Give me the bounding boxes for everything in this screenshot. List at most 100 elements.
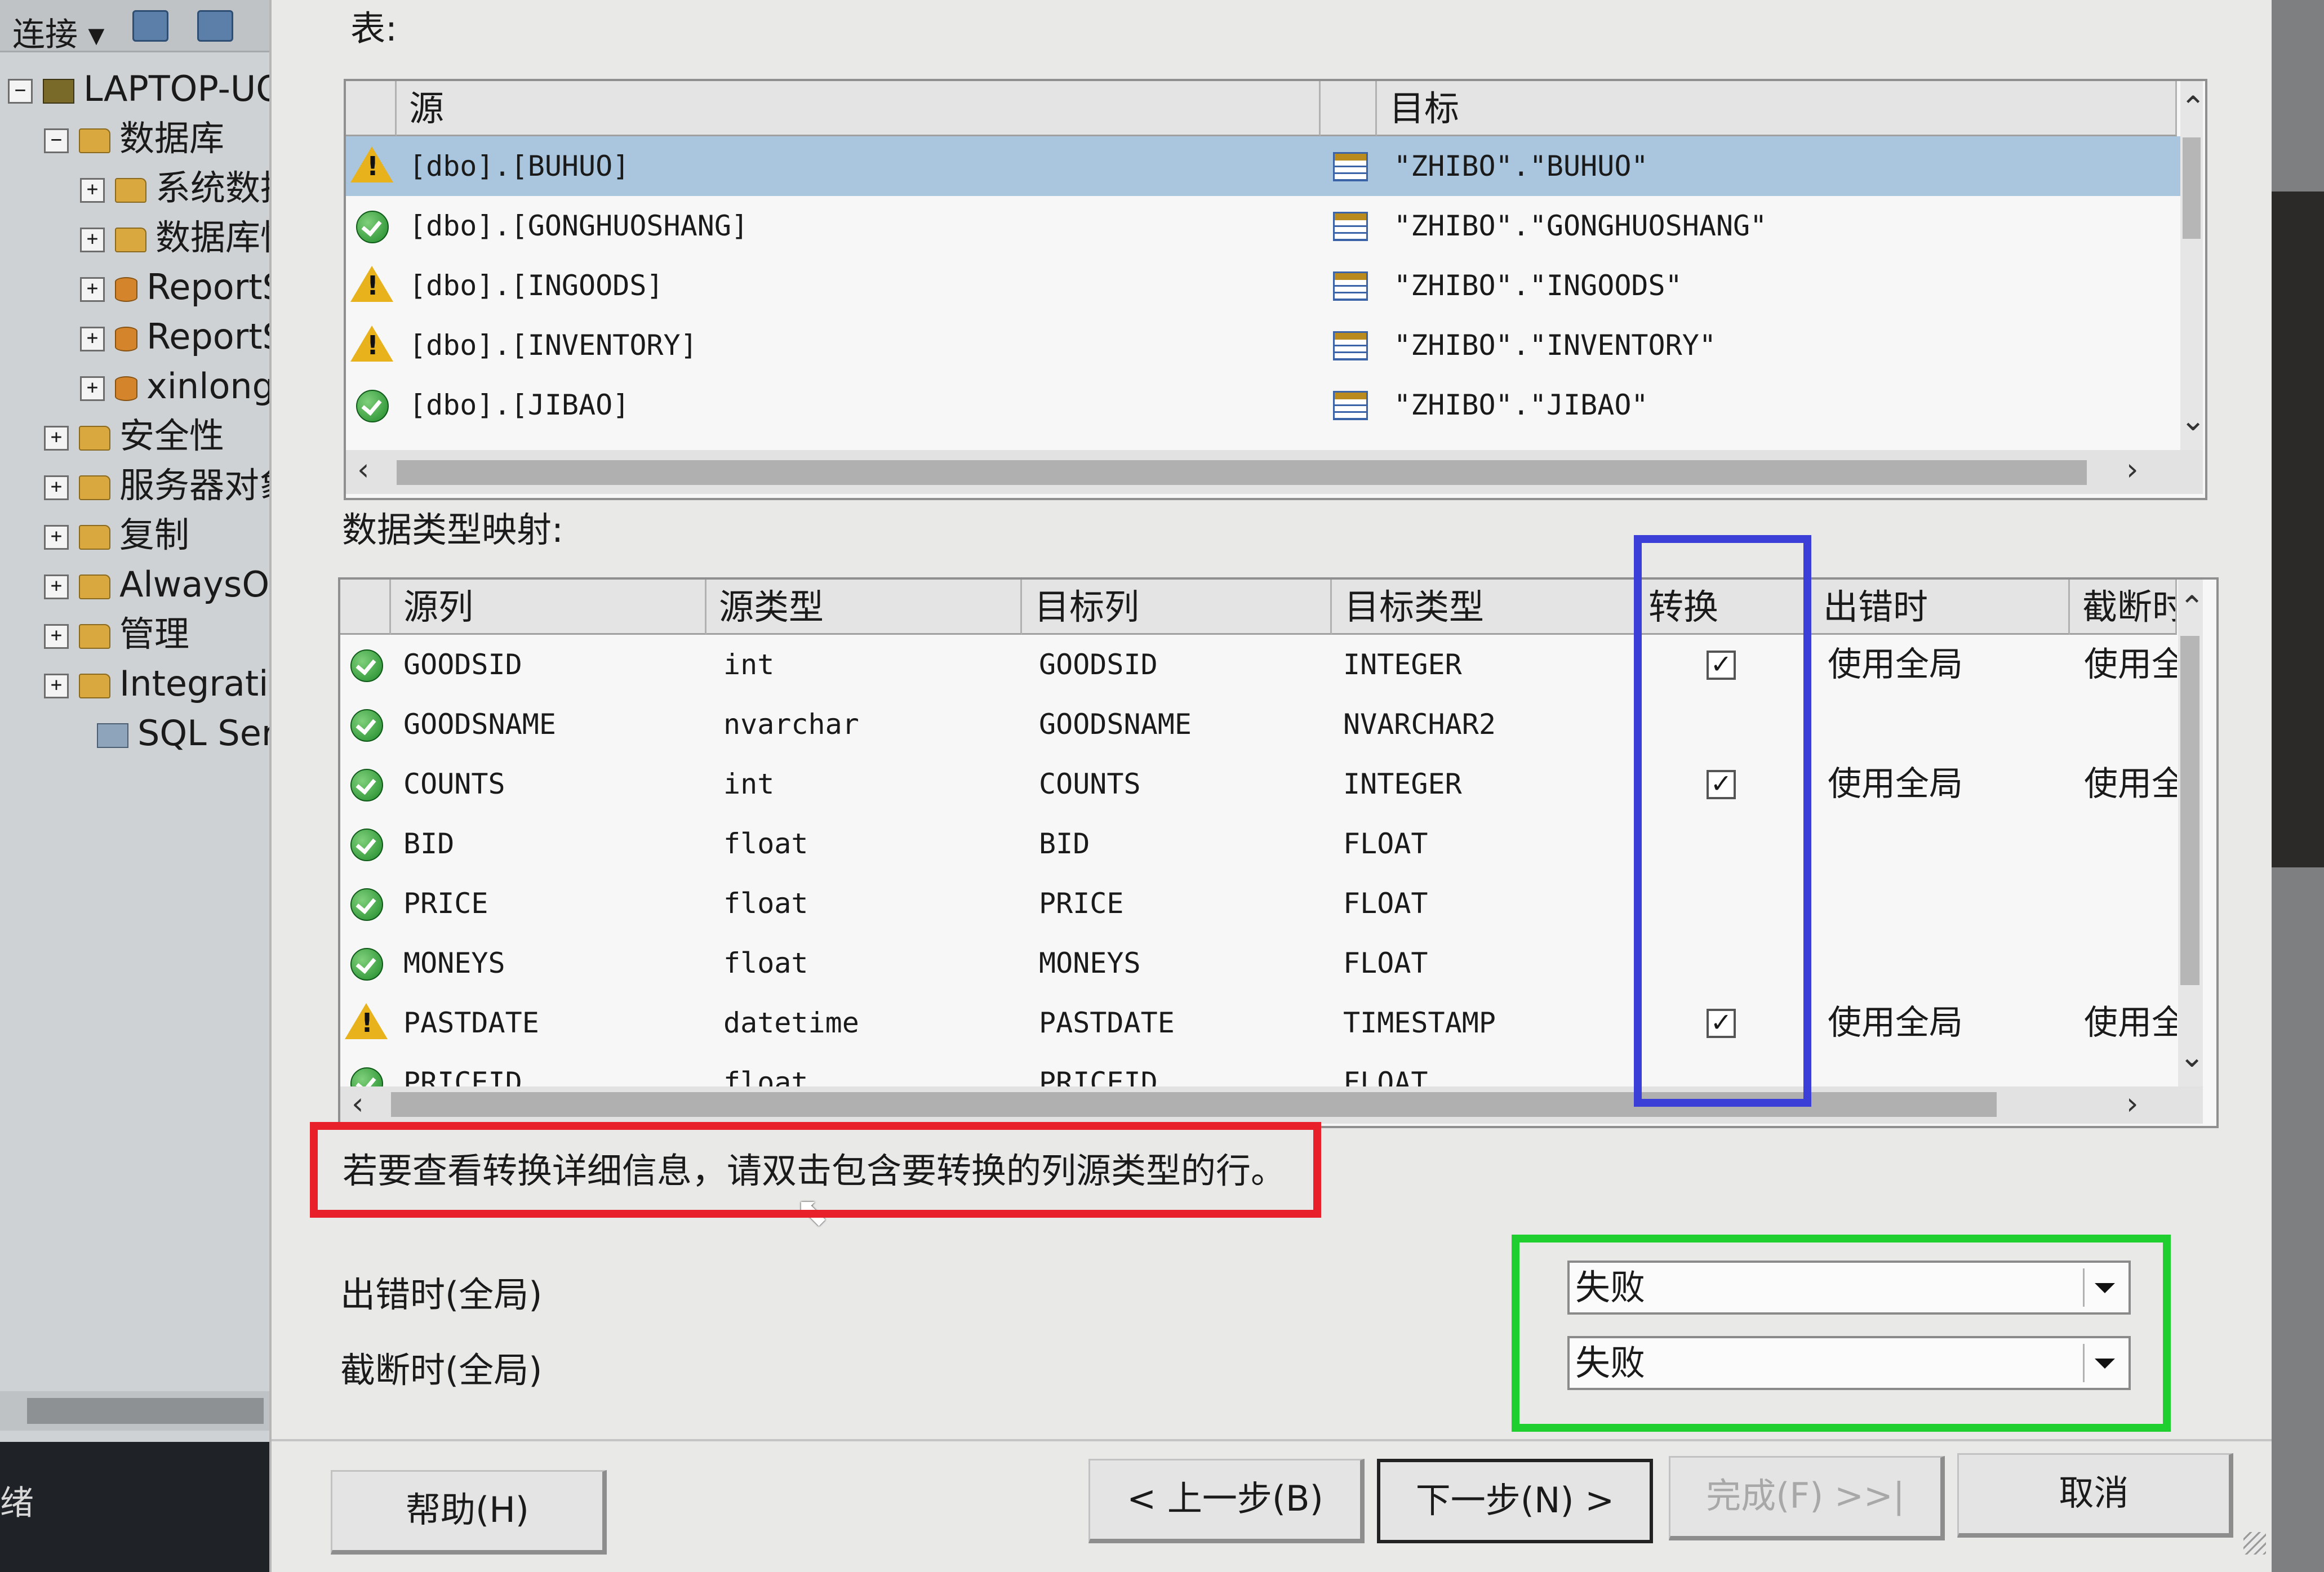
scroll-thumb[interactable] [397,460,2087,485]
column-header-target-column[interactable]: 目标列 [1022,580,1332,635]
on-truncation-cell[interactable] [2084,694,2177,754]
table-icon[interactable] [1333,152,1368,181]
expand-icon[interactable]: + [44,673,69,698]
tree-node[interactable]: + 系统数据 [80,166,295,211]
source-type-cell[interactable]: float [723,814,1016,874]
mapping-hscrollbar[interactable]: ‹ › [340,1086,2203,1124]
tree-node[interactable]: + 服务器对象 [44,463,294,508]
table-row[interactable]: [dbo].[INVENTORY] "ZHIBO"."INVENTORY" [346,315,2180,375]
on-error-cell[interactable] [1828,694,2064,754]
back-button[interactable]: < 上一步(B) [1088,1459,1365,1543]
source-type-cell[interactable]: float [723,874,1016,933]
cancel-button[interactable]: 取消 [1957,1453,2233,1538]
tree-node[interactable]: − 数据库 [44,116,224,161]
mapping-row[interactable]: PRICE float PRICE FLOAT [340,874,2178,933]
on-truncation-cell[interactable]: 使用全 [2084,754,2177,814]
table-icon[interactable] [1333,212,1368,241]
scroll-thumb[interactable] [27,1398,264,1424]
source-type-cell[interactable]: datetime [723,993,1016,1053]
table-row[interactable]: [dbo].[GONGHUOSHANG] "ZHIBO"."GONGHUOSHAN… [346,196,2180,256]
finish-button[interactable]: 完成(F) >>| [1669,1456,1945,1540]
expand-icon[interactable]: + [44,574,69,599]
column-header-on-error[interactable]: 出错时 [1811,580,2070,635]
scroll-right-icon[interactable]: › [2126,1089,2139,1119]
expand-icon[interactable]: + [80,177,105,203]
scroll-left-icon[interactable]: ‹ [352,1089,364,1119]
tree-node[interactable]: + xinlong [80,364,274,409]
on-error-cell[interactable]: 使用全局 [1828,635,2064,694]
mapping-row[interactable]: GOODSNAME nvarchar GOODSNAME NVARCHAR2 [340,694,2178,754]
mapping-row[interactable]: GOODSID int GOODSID INTEGER ✓ 使用全局 使用全 [340,635,2178,694]
mapping-row[interactable]: MONEYS float MONEYS FLOAT [340,933,2178,993]
on-truncation-cell[interactable] [2084,874,2177,933]
scroll-up-icon[interactable]: ⌃ [2180,92,2205,123]
resize-grip-icon[interactable] [2243,1532,2266,1555]
tables-vscrollbar[interactable]: ⌃ ⌄ [2180,81,2205,453]
column-header-source[interactable]: 源 [397,81,1321,136]
table-row[interactable]: [dbo].[BUHUO] "ZHIBO"."BUHUO" [346,136,2180,196]
on-error-cell[interactable] [1828,814,2064,874]
on-truncation-cell[interactable]: 使用全 [2084,993,2177,1053]
source-type-cell[interactable]: nvarchar [723,694,1016,754]
table-icon[interactable] [1333,271,1368,301]
target-table-cell[interactable]: "ZHIBO"."GONGHUOSHANG" [1394,196,2171,256]
connect-button[interactable]: 连接 ▾ [12,8,105,55]
expand-icon[interactable]: + [44,524,69,550]
tree-node[interactable]: + 管理 [44,612,189,657]
expand-icon[interactable]: + [80,326,105,351]
on-error-cell[interactable] [1828,874,2064,933]
tree-node[interactable]: + Integratior [44,661,304,706]
target-table-cell[interactable]: "ZHIBO"."JIBAO" [1394,375,2171,435]
on-truncation-cell[interactable] [2084,814,2177,874]
explorer-hscrollbar[interactable] [0,1391,270,1431]
scroll-right-icon[interactable]: › [2126,455,2139,485]
tree-node[interactable]: + ReportS [80,314,285,359]
expand-icon[interactable]: + [44,624,69,649]
connect-server-icon[interactable] [132,10,168,42]
scroll-thumb[interactable] [2183,137,2201,239]
expand-icon[interactable]: + [44,425,69,451]
tree-node[interactable]: + 数据库快 [80,215,295,260]
table-row[interactable]: [dbo].[INGOODS] "ZHIBO"."INGOODS" [346,256,2180,315]
tree-node[interactable]: + 安全性 [44,413,224,458]
scroll-up-icon[interactable]: ⌃ [2179,592,2205,622]
expand-icon[interactable]: + [80,277,105,302]
target-table-cell[interactable]: "ZHIBO"."INGOODS" [1394,256,2171,315]
tables-hscrollbar[interactable]: ‹ › [346,450,2203,494]
mapping-row[interactable]: PASTDATEdatetimePASTDATETIMESTAMP✓使用全局使用… [340,993,2178,1053]
target-table-cell[interactable]: "ZHIBO"."INVENTORY" [1394,315,2171,375]
mapping-row[interactable]: COUNTS int COUNTS INTEGER ✓ 使用全局 使用全 [340,754,2178,814]
source-type-cell[interactable]: int [723,635,1016,694]
mapping-row[interactable]: BID float BID FLOAT [340,814,2178,874]
mapping-vscrollbar[interactable]: ⌃ ⌄ [2178,580,2205,1086]
column-header-source-column[interactable]: 源列 [391,580,706,635]
disconnect-server-icon[interactable] [197,10,233,42]
column-header-on-truncation[interactable]: 截断时 [2070,580,2177,635]
scroll-left-icon[interactable]: ‹ [357,455,370,485]
help-button[interactable]: 帮助(H) [331,1470,607,1555]
table-row[interactable]: [dbo].[JIBAO] "ZHIBO"."JIBAO" [346,375,2180,435]
on-error-cell[interactable]: 使用全局 [1828,754,2064,814]
next-button[interactable]: 下一步(N) > [1377,1459,1653,1543]
on-truncation-cell[interactable] [2084,933,2177,993]
on-error-cell[interactable]: 使用全局 [1828,993,2064,1053]
column-header-target[interactable]: 目标 [1377,81,2177,136]
column-header-source-type[interactable]: 源类型 [706,580,1022,635]
target-table-cell[interactable]: "ZHIBO"."BUHUO" [1394,136,2171,196]
column-header-target-type[interactable]: 目标类型 [1332,580,1636,635]
collapse-icon[interactable]: − [44,128,69,153]
expand-icon[interactable]: + [80,227,105,252]
expand-icon[interactable]: + [44,475,69,500]
scroll-thumb[interactable] [2180,636,2199,985]
table-icon[interactable] [1333,391,1368,420]
on-error-cell[interactable] [1828,933,2064,993]
on-truncation-cell[interactable]: 使用全 [2084,635,2177,694]
table-icon[interactable] [1333,331,1368,360]
expand-icon[interactable]: + [80,376,105,401]
source-type-cell[interactable]: int [723,754,1016,814]
source-type-cell[interactable]: float [723,933,1016,993]
tree-node[interactable]: + AlwaysOn [44,562,291,607]
scroll-down-icon[interactable]: ⌄ [2180,405,2205,435]
tree-node[interactable]: + 复制 [44,513,189,558]
collapse-icon[interactable]: − [8,78,33,104]
